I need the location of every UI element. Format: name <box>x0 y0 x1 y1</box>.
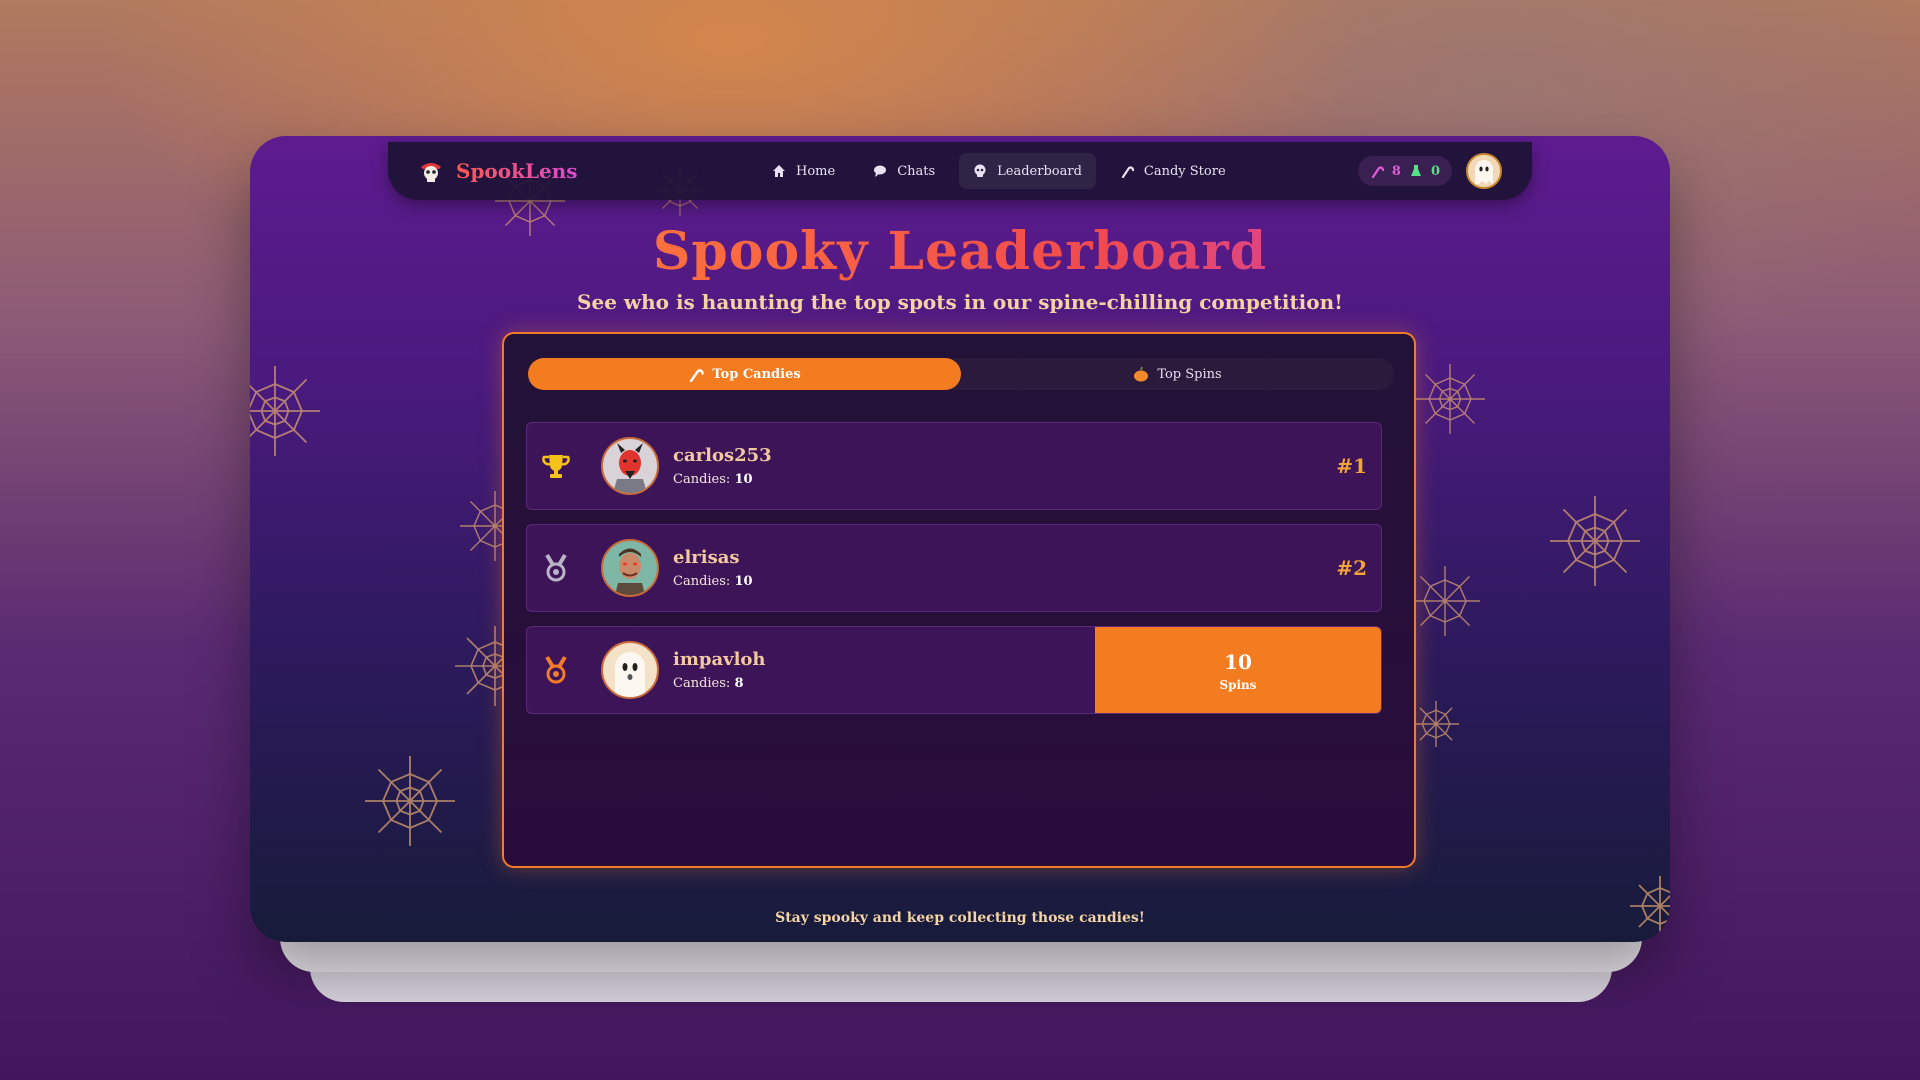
row-info: carlos253 Candies: 10 <box>673 445 772 487</box>
candy-cane-icon <box>690 369 705 382</box>
spins-label: Spins <box>1219 678 1257 692</box>
chat-icon <box>874 165 887 177</box>
potion-count: 0 <box>1430 163 1440 179</box>
candy-cane-icon <box>1121 166 1134 178</box>
cobweb-decoration <box>365 756 455 846</box>
pumpkin-icon <box>1134 366 1149 382</box>
cobweb-decoration <box>1413 701 1459 747</box>
username: elrisas <box>673 547 740 568</box>
candies-count: Candies: 10 <box>673 472 772 487</box>
candy-cane-icon <box>1371 166 1384 178</box>
skull-icon <box>974 164 986 177</box>
nav-candy-store[interactable]: Candy Store <box>1106 153 1240 189</box>
silver-medal-icon <box>545 553 567 582</box>
candies-label: Candies: <box>673 574 731 589</box>
home-icon <box>773 165 785 177</box>
main-nav: Home Chats Leaderboard Candy Store <box>758 153 1240 189</box>
nav-home-label: Home <box>796 163 836 179</box>
candies-value: 10 <box>734 574 753 589</box>
row-medal <box>527 655 585 685</box>
nav-leaderboard-label: Leaderboard <box>997 163 1082 179</box>
top-navbar: SpookLens Home Chats Leaderboard Candy S… <box>388 142 1532 200</box>
username: carlos253 <box>673 445 772 466</box>
pirate-skull-logo-icon <box>421 163 441 182</box>
leaderboard-panel: Top Candies Top Spins carlos253 Candies:… <box>502 332 1416 868</box>
tab-top-spins-label: Top Spins <box>1157 366 1222 382</box>
zombie-avatar <box>601 539 659 597</box>
user-avatar[interactable] <box>1466 153 1502 189</box>
candies-value: 8 <box>734 676 744 691</box>
row-medal <box>527 553 585 583</box>
candies-count: Candies: 8 <box>673 676 766 691</box>
tab-top-spins[interactable]: Top Spins <box>961 358 1394 390</box>
ghost-avatar <box>601 641 659 699</box>
ghost-avatar-icon <box>615 652 645 697</box>
candy-count: 8 <box>1391 163 1401 179</box>
candies-label: Candies: <box>673 472 731 487</box>
devil-avatar <box>601 437 659 495</box>
footer-text: Stay spooky and keep collecting those ca… <box>775 910 1145 926</box>
leaderboard-row[interactable]: impavloh Candies: 8 10 Spins <box>526 626 1382 714</box>
zombie-avatar-icon <box>615 548 645 595</box>
username: impavloh <box>673 649 766 670</box>
spins-value: 10 <box>1224 650 1252 674</box>
brand-name: SpookLens <box>456 159 578 183</box>
cobweb-decoration <box>1415 364 1485 434</box>
row-info: elrisas Candies: 10 <box>673 547 753 589</box>
row-medal <box>527 451 585 481</box>
leaderboard-row[interactable]: elrisas Candies: 10 #2 <box>526 524 1382 612</box>
cobweb-decoration <box>1550 496 1640 586</box>
ghost-avatar-icon <box>1475 160 1493 184</box>
cobweb-decoration <box>1410 566 1480 636</box>
candies-label: Candies: <box>673 676 731 691</box>
leaderboard-row[interactable]: carlos253 Candies: 10 #1 <box>526 422 1382 510</box>
rank-badge: #1 <box>1336 454 1367 478</box>
potion-icon <box>1410 165 1421 176</box>
candies-value: 10 <box>734 472 753 487</box>
trophy-icon <box>542 455 570 478</box>
cobweb-decoration <box>1630 876 1670 936</box>
leaderboard-tabs: Top Candies Top Spins <box>528 358 1394 390</box>
brand[interactable]: SpookLens <box>418 158 718 184</box>
row-info: impavloh Candies: 8 <box>673 649 766 691</box>
nav-chats[interactable]: Chats <box>859 153 949 189</box>
tab-top-candies-label: Top Candies <box>712 366 801 382</box>
app-window: SpookLens Home Chats Leaderboard Candy S… <box>250 136 1670 942</box>
bronze-medal-icon <box>545 655 567 684</box>
nav-leaderboard[interactable]: Leaderboard <box>959 153 1096 189</box>
devil-avatar-icon <box>613 443 647 493</box>
rank-badge: #2 <box>1336 556 1367 580</box>
page-title: Spooky Leaderboard <box>250 221 1670 282</box>
candies-count: Candies: 10 <box>673 574 753 589</box>
spins-highlight[interactable]: 10 Spins <box>1095 627 1381 713</box>
nav-candy-store-label: Candy Store <box>1143 163 1226 179</box>
tab-top-candies[interactable]: Top Candies <box>528 358 961 390</box>
nav-home[interactable]: Home <box>758 153 849 189</box>
nav-chats-label: Chats <box>897 163 936 179</box>
currency-balance[interactable]: 8 0 <box>1357 156 1452 186</box>
cobweb-decoration <box>250 366 320 456</box>
page-subtitle: See who is haunting the top spots in our… <box>577 290 1343 314</box>
